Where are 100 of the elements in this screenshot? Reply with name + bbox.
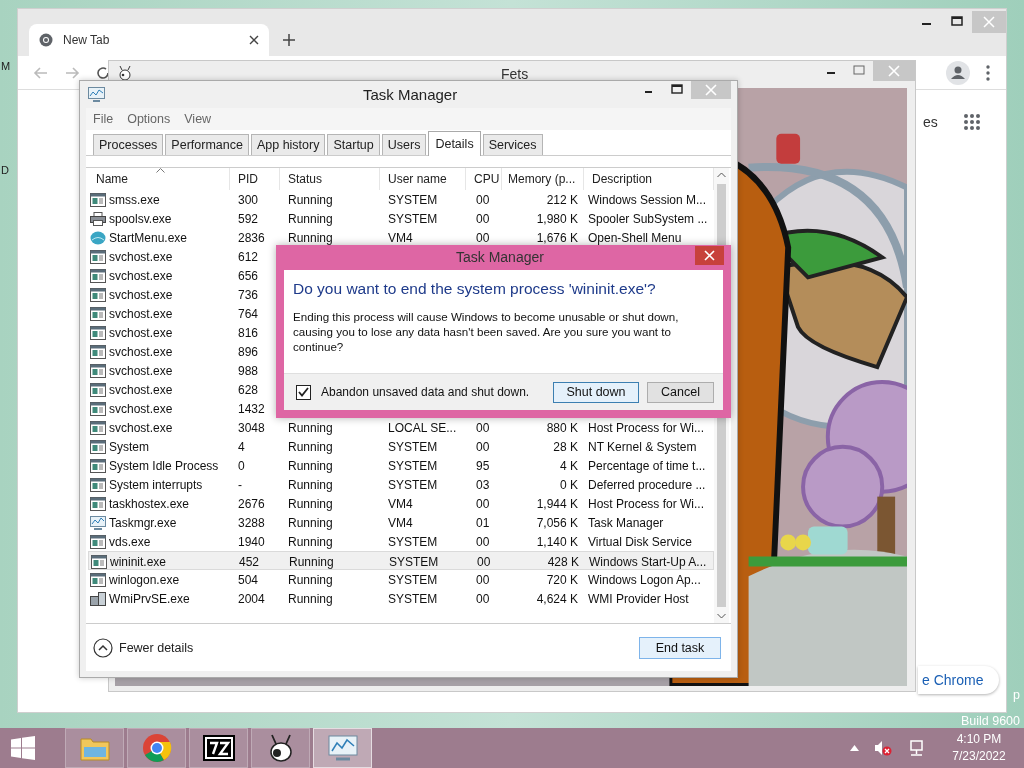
table-cell: 592 — [238, 211, 259, 226]
table-cell: 00 — [476, 211, 490, 226]
table-cell: Virtual Disk Service — [588, 534, 692, 549]
table-cell: taskhostex.exe — [109, 496, 190, 511]
table-cell: svchost.exe — [109, 249, 173, 264]
table-cell: 1940 — [238, 534, 265, 549]
table-cell: 2676 — [238, 496, 265, 511]
table-cell: Task Manager — [588, 515, 664, 530]
table-cell: StartMenu.exe — [109, 230, 188, 245]
table-cell: - — [238, 477, 242, 492]
table-cell: 896 — [238, 344, 259, 359]
build-info-text: p — [1013, 688, 1020, 702]
table-cell: 00 — [476, 192, 490, 207]
table-cell: SYSTEM — [388, 534, 438, 549]
table-cell: Host Process for Wi... — [588, 496, 705, 511]
table-cell: SYSTEM — [388, 192, 438, 207]
table-cell: svchost.exe — [109, 344, 173, 359]
table-cell: 3288 — [238, 515, 265, 530]
table-cell: VM4 — [388, 496, 413, 511]
table-cell: Running — [288, 420, 333, 435]
table-cell: Spooler SubSystem ... — [588, 211, 708, 226]
table-cell: 764 — [238, 306, 259, 321]
table-cell: WMI Provider Host — [588, 591, 689, 606]
table-cell: Running — [288, 230, 333, 245]
table-cell: 3048 — [238, 420, 265, 435]
table-cell: 816 — [238, 325, 259, 340]
table-cell: 1432 — [238, 401, 265, 416]
table-cell: svchost.exe — [109, 325, 173, 340]
table-cell: svchost.exe — [109, 382, 173, 397]
table-cell: 1,980 K — [536, 211, 578, 226]
table-cell: Running — [288, 534, 333, 549]
table-cell: Windows Logon Ap... — [588, 572, 701, 587]
window-title: Task Manager — [363, 86, 458, 103]
dialog-title: Task Manager — [456, 249, 544, 265]
table-cell: 504 — [238, 572, 259, 587]
table-cell: 2836 — [238, 230, 265, 245]
table-cell: 00 — [476, 439, 490, 454]
table-cell: SYSTEM — [389, 554, 439, 569]
table-cell: 736 — [238, 287, 259, 302]
table-cell: svchost.exe — [109, 401, 173, 416]
table-cell: Running — [288, 496, 333, 511]
table-cell: 4,624 K — [536, 591, 578, 606]
table-cell: Running — [288, 515, 333, 530]
table-cell: Running — [288, 439, 333, 454]
table-cell: Running — [288, 211, 333, 226]
table-cell: Running — [288, 572, 333, 587]
table-cell: Running — [288, 458, 333, 473]
table-cell: 03 — [476, 477, 490, 492]
table-cell: 1,140 K — [536, 534, 578, 549]
table-cell: 988 — [238, 363, 259, 378]
table-cell: Running — [288, 591, 333, 606]
table-cell: 656 — [238, 268, 259, 283]
desktop-icon-label: D — [1, 164, 9, 176]
table-cell: Running — [288, 192, 333, 207]
table-cell: SYSTEM — [388, 439, 438, 454]
table-cell: System interrupts — [109, 477, 203, 492]
table-cell: 00 — [477, 554, 491, 569]
dialog-message: Ending this process will cause Windows to become unusable or shut down, causing you to lose any data hasn't been saved. Are you sure you want to continue? — [293, 309, 680, 354]
table-cell: Percentage of time t... — [588, 458, 706, 473]
table-cell: NT Kernel & System — [588, 439, 697, 454]
table-cell: SYSTEM — [388, 458, 438, 473]
table-cell: 628 — [238, 382, 259, 397]
table-cell: LOCAL SE... — [388, 420, 457, 435]
table-cell: SYSTEM — [388, 591, 438, 606]
table-cell: 00 — [476, 591, 490, 606]
table-cell: spoolsv.exe — [109, 211, 172, 226]
clock-date: 7/23/2022 — [952, 748, 1006, 765]
table-cell: System — [109, 439, 149, 454]
table-cell: 880 K — [546, 420, 578, 435]
dialog-heading: Do you want to end the system process 'wininit.exe'? — [293, 280, 657, 298]
table-cell: 720 K — [546, 572, 578, 587]
table-cell: 452 — [239, 554, 260, 569]
table-cell: svchost.exe — [109, 306, 173, 321]
table-cell: 95 — [476, 458, 490, 473]
table-cell: svchost.exe — [109, 287, 173, 302]
table-cell: winlogon.exe — [109, 572, 180, 587]
table-cell: 0 K — [560, 477, 578, 492]
table-cell: Running — [289, 554, 334, 569]
table-cell: wininit.exe — [110, 554, 167, 569]
table-cell: 612 — [238, 249, 259, 264]
table-cell: 4 — [238, 439, 245, 454]
table-cell: 7,056 K — [536, 515, 578, 530]
table-cell: 00 — [476, 230, 490, 245]
table-cell: SYSTEM — [388, 211, 438, 226]
table-cell: smss.exe — [109, 192, 160, 207]
table-cell: 01 — [476, 515, 490, 530]
table-cell: 00 — [476, 496, 490, 511]
table-cell: 00 — [476, 534, 490, 549]
table-cell: 1,676 K — [536, 230, 578, 245]
table-cell: WmiPrvSE.exe — [109, 591, 190, 606]
table-cell: svchost.exe — [109, 420, 173, 435]
table-cell: svchost.exe — [109, 268, 173, 283]
table-cell: VM4 — [388, 230, 413, 245]
table-cell: 428 K — [547, 554, 579, 569]
table-cell: 4 K — [560, 458, 578, 473]
table-cell: svchost.exe — [109, 363, 173, 378]
table-cell: 300 — [238, 192, 259, 207]
table-cell: System Idle Process — [109, 458, 219, 473]
window-title: Fets — [501, 66, 529, 82]
table-cell: 2004 — [238, 591, 265, 606]
